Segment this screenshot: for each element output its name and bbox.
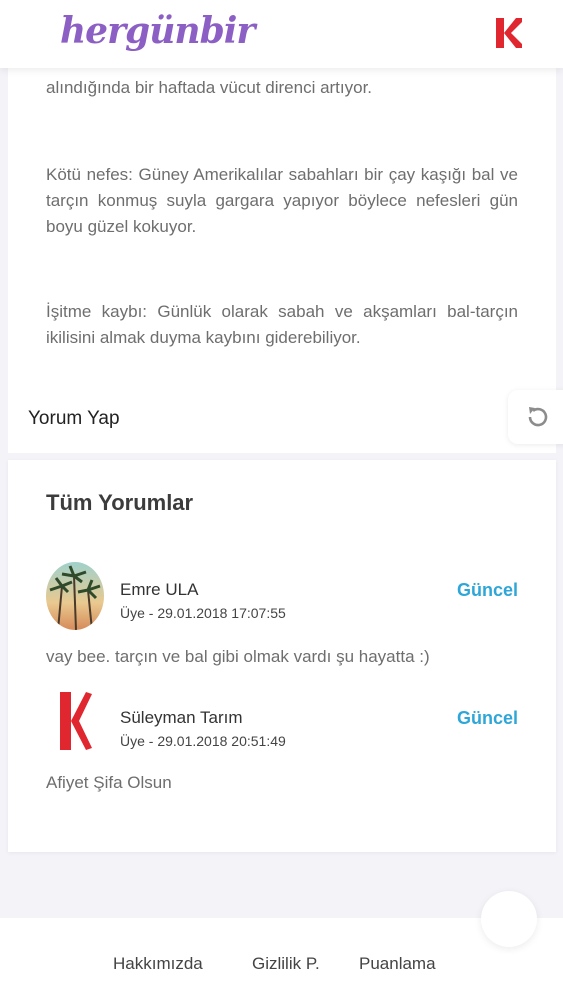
k-logo-icon[interactable]	[496, 18, 522, 48]
comment-status: Güncel	[456, 580, 518, 600]
app-header: hergünbir	[0, 0, 563, 68]
footer-link-about[interactable]: Hakkımızda	[113, 954, 203, 974]
comment-text: vay bee. tarçın ve bal gibi olmak vardı …	[46, 647, 430, 666]
article-paragraph: alındığında bir haftada vücut direnci ar…	[46, 78, 373, 97]
floating-action-button[interactable]	[481, 891, 537, 947]
article-content: alındığında bir haftada vücut direnci ar…	[8, 68, 556, 453]
all-comments-card: Tüm Yorumlar Emre ULA Üye - 29.01.2018 1…	[8, 460, 556, 852]
article-paragraph: Kötü nefes: Güney Amerikalılar sabahları…	[46, 165, 518, 236]
k-logo-avatar	[46, 686, 104, 754]
comment-author: Süleyman Tarım	[120, 708, 243, 727]
footer-link-privacy[interactable]: Gizlilik P.	[252, 954, 320, 974]
article-paragraph: İşitme kaybı: Günlük olarak sabah ve akş…	[46, 302, 518, 347]
comment-section-title[interactable]: Yorum Yap	[28, 408, 120, 430]
comment-status: Güncel	[456, 708, 518, 728]
comment-text: Afiyet Şifa Olsun	[46, 773, 172, 792]
comment-author: Emre ULA	[120, 580, 199, 599]
palm-tree-avatar	[46, 562, 104, 630]
footer-link-rating[interactable]: Puanlama	[359, 954, 436, 974]
comment-meta: Üye - 29.01.2018 17:07:55	[120, 605, 286, 621]
all-comments-title: Tüm Yorumlar	[46, 490, 194, 515]
comment-meta: Üye - 29.01.2018 20:51:49	[120, 733, 286, 749]
refresh-icon	[528, 407, 548, 427]
footer: Hakkımızda Gizlilik P. Puanlama	[0, 918, 563, 1000]
site-logo[interactable]: hergünbir	[60, 10, 255, 52]
refresh-button[interactable]	[508, 390, 563, 444]
